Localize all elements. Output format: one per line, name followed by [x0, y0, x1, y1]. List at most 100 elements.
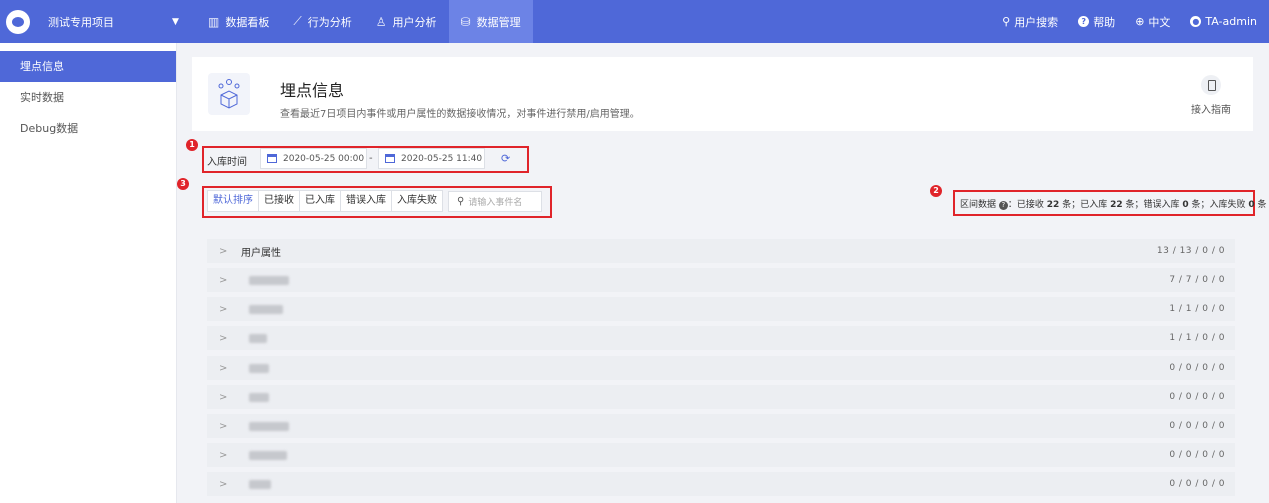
tab-default-sort[interactable]: 默认排序: [208, 191, 259, 211]
search-icon: ⚲: [1002, 15, 1011, 28]
user-icon: ♙: [375, 14, 387, 29]
top-navbar: 测试专用项目 ▼ ▥ 数据看板 ⟋ 行为分析 ♙ 用户分析 ⛁ 数据管理 ⚲ 用户搜索 ?…: [0, 0, 1269, 43]
nav-label: 数据看板: [225, 15, 270, 29]
search-icon: ⚲: [457, 196, 465, 207]
end-date-input[interactable]: 2020-05-25 11:40: [378, 148, 485, 169]
chevron-right-icon[interactable]: >: [219, 246, 231, 257]
guide-label: 接入指南: [1191, 105, 1231, 116]
chevron-down-icon[interactable]: ▼: [172, 17, 196, 27]
chevron-right-icon[interactable]: >: [219, 479, 231, 490]
question-icon[interactable]: ?: [998, 201, 1008, 210]
globe-icon: ⊕: [1135, 15, 1145, 28]
account-menu[interactable]: ● TA-admin: [1190, 15, 1257, 28]
trend-icon: ⟋: [293, 14, 302, 28]
table-row[interactable]: > 0 / 0 / 0 / 0: [207, 356, 1235, 380]
end-date-value: 2020-05-25 11:40: [401, 153, 483, 164]
table-row[interactable]: > 0 / 0 / 0 / 0: [207, 443, 1235, 467]
chevron-right-icon[interactable]: >: [219, 275, 231, 286]
tab-received[interactable]: 已接收: [259, 191, 300, 211]
table-row[interactable]: > 0 / 0 / 0 / 0: [207, 414, 1235, 438]
stats-text: 条: [1257, 200, 1267, 210]
ingest-time-label: 入库时间: [207, 157, 247, 168]
stats-failed: 0: [1248, 200, 1255, 210]
bar-chart-icon: ▥: [208, 14, 220, 29]
row-counts: 1 / 1 / 0 / 0: [1169, 304, 1225, 314]
tracking-cube-icon: [208, 73, 250, 115]
tab-error-stored[interactable]: 错误入库: [341, 191, 392, 211]
logo-icon[interactable]: [6, 9, 30, 34]
date-separator: -: [369, 153, 373, 164]
calendar-icon: [267, 154, 277, 163]
sidebar: 埋点信息 实时数据 Debug数据: [0, 43, 177, 503]
row-counts: 0 / 0 / 0 / 0: [1169, 450, 1225, 460]
chevron-right-icon[interactable]: >: [219, 450, 231, 461]
table-row[interactable]: > 1 / 1 / 0 / 0: [207, 326, 1235, 350]
nav-label: 用户分析: [392, 15, 437, 29]
annotation-badge-1: 1: [186, 139, 198, 151]
stats-label: 区间数据: [960, 200, 997, 210]
chevron-right-icon[interactable]: >: [219, 304, 231, 315]
stats-text: 条；入库失败: [1191, 200, 1246, 210]
page-description: 查看最近7日项目内事件或用户属性的数据接收情况，对事件进行禁用/启用管理。: [280, 109, 640, 120]
annotation-badge-2: 2: [930, 185, 942, 197]
redacted-event-name: [249, 275, 289, 285]
interval-stats: 区间数据 ? ：已接收 22 条；已入库 22 条；错误入库 0 条；入库失败 0…: [960, 197, 1267, 210]
start-date-input[interactable]: 2020-05-25 00:00: [260, 148, 367, 169]
redacted-event-name: [249, 363, 269, 373]
table-row[interactable]: > 1 / 1 / 0 / 0: [207, 297, 1235, 321]
integration-guide-button[interactable]: 接入指南: [1191, 75, 1231, 116]
refresh-icon[interactable]: ⟳: [501, 152, 510, 165]
sidebar-item-debug-data[interactable]: Debug数据: [0, 113, 176, 144]
nav-data-board[interactable]: ▥ 数据看板: [196, 0, 281, 43]
database-icon: ⛁: [460, 14, 471, 29]
stats-error: 0: [1182, 200, 1189, 210]
document-icon: [1201, 75, 1221, 95]
table-row[interactable]: > 0 / 0 / 0 / 0: [207, 385, 1235, 409]
stats-text: 条；错误入库: [1125, 200, 1180, 210]
table-row[interactable]: > 0 / 0 / 0 / 0: [207, 472, 1235, 496]
redacted-event-name: [249, 421, 289, 431]
tab-stored[interactable]: 已入库: [300, 191, 341, 211]
user-search-label: 用户搜索: [1014, 15, 1059, 29]
row-counts: 0 / 0 / 0 / 0: [1169, 479, 1225, 489]
tab-store-failed[interactable]: 入库失败: [392, 191, 442, 211]
chevron-right-icon[interactable]: >: [219, 421, 231, 432]
project-name[interactable]: 测试专用项目: [48, 14, 168, 30]
nav-user-analysis[interactable]: ♙ 用户分析: [364, 0, 449, 43]
help-label: 帮助: [1093, 15, 1116, 29]
topbar-right: ⚲ 用户搜索 ? 帮助 ⊕ 中文 ● TA-admin: [982, 14, 1269, 30]
nav-behavior-analysis[interactable]: ⟋ 行为分析: [281, 0, 363, 43]
event-search-input[interactable]: ⚲ 请输入事件名: [448, 191, 542, 212]
chevron-right-icon[interactable]: >: [219, 363, 231, 374]
sort-tabs: 默认排序 已接收 已入库 错误入库 入库失败: [207, 190, 443, 212]
chevron-right-icon[interactable]: >: [219, 392, 231, 403]
stats-received: 22: [1046, 200, 1060, 210]
help-link[interactable]: ? 帮助: [1078, 14, 1115, 30]
row-counts: 0 / 0 / 0 / 0: [1169, 392, 1225, 402]
nav-label: 行为分析: [307, 15, 352, 29]
table-row[interactable]: > 7 / 7 / 0 / 0: [207, 268, 1235, 292]
table-row[interactable]: > 用户属性 13 / 13 / 0 / 0: [207, 239, 1235, 263]
row-counts: 1 / 1 / 0 / 0: [1169, 333, 1225, 343]
row-counts: 0 / 0 / 0 / 0: [1169, 363, 1225, 373]
page-header-card: 埋点信息 查看最近7日项目内事件或用户属性的数据接收情况，对事件进行禁用/启用管…: [192, 57, 1253, 131]
language-switch[interactable]: ⊕ 中文: [1135, 14, 1170, 30]
start-date-value: 2020-05-25 00:00: [283, 153, 365, 164]
stats-text: ：已接收: [1007, 200, 1044, 210]
avatar-icon: ●: [1190, 16, 1202, 27]
row-counts: 7 / 7 / 0 / 0: [1169, 275, 1225, 285]
sidebar-item-realtime-data[interactable]: 实时数据: [0, 82, 176, 113]
stats-text: 条；已入库: [1062, 200, 1108, 210]
user-search-link[interactable]: ⚲ 用户搜索: [1002, 14, 1058, 30]
row-counts: 13 / 13 / 0 / 0: [1156, 246, 1225, 256]
sidebar-item-tracking-info[interactable]: 埋点信息: [0, 51, 176, 82]
redacted-event-name: [249, 392, 269, 402]
redacted-event-name: [249, 333, 267, 343]
page-title: 埋点信息: [280, 81, 345, 100]
chevron-right-icon[interactable]: >: [219, 333, 231, 344]
calendar-icon: [385, 154, 395, 163]
stats-stored: 22: [1110, 200, 1123, 210]
nav-label: 数据管理: [476, 15, 521, 29]
nav-data-management[interactable]: ⛁ 数据管理: [448, 0, 533, 43]
language-label: 中文: [1148, 15, 1171, 29]
